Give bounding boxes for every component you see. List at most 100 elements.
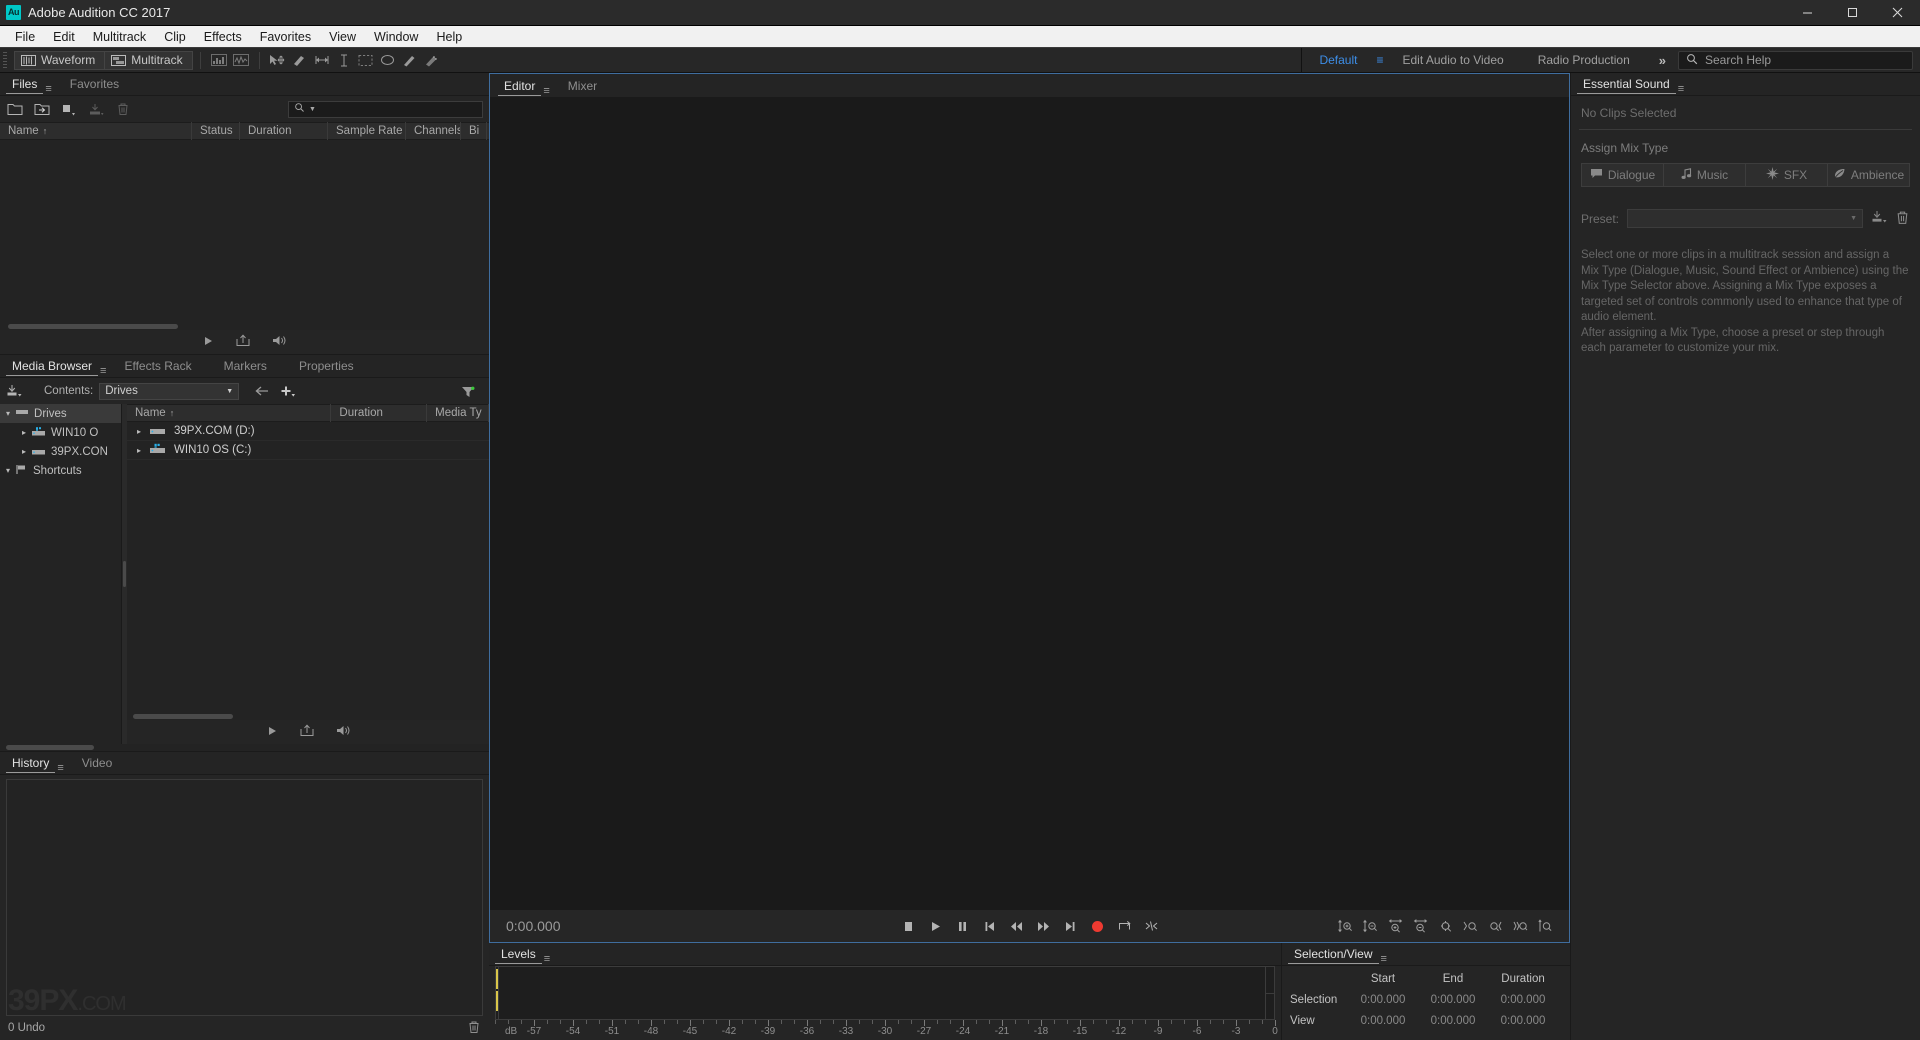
- contents-select[interactable]: Drives ▼: [99, 382, 240, 400]
- column-name[interactable]: Name ↑: [0, 122, 192, 140]
- tab-effects-rack[interactable]: Effects Rack: [118, 358, 197, 377]
- column-bit-depth[interactable]: Bi: [461, 122, 487, 140]
- tab-selection-view[interactable]: Selection/View: [1288, 946, 1379, 965]
- mb-column-duration[interactable]: Duration: [331, 404, 428, 422]
- delete-file-icon[interactable]: [114, 100, 132, 118]
- stop-button[interactable]: [899, 917, 918, 936]
- skip-to-start-button[interactable]: [980, 917, 999, 936]
- import-file-icon[interactable]: [33, 100, 51, 118]
- menu-multitrack[interactable]: Multitrack: [84, 27, 155, 47]
- save-file-icon[interactable]: [87, 100, 105, 118]
- current-time-display[interactable]: 0:00.000: [506, 918, 561, 934]
- menu-clip[interactable]: Clip: [155, 27, 195, 47]
- files-search-input[interactable]: ▼: [288, 100, 483, 118]
- menu-edit[interactable]: Edit: [44, 27, 84, 47]
- workspace-default[interactable]: Default: [1302, 48, 1374, 73]
- open-file-icon[interactable]: [6, 100, 24, 118]
- new-file-icon[interactable]: [60, 100, 78, 118]
- zoom-out-full-button[interactable]: [1436, 917, 1455, 936]
- fast-forward-button[interactable]: [1034, 917, 1053, 936]
- skip-to-end-button[interactable]: [1061, 917, 1080, 936]
- time-selection-tool-icon[interactable]: [311, 51, 333, 70]
- clear-history-icon[interactable]: [467, 1020, 481, 1037]
- minimize-button[interactable]: [1785, 0, 1830, 26]
- zoom-reset-button[interactable]: [1536, 917, 1555, 936]
- levels-meter[interactable]: [495, 966, 1275, 1020]
- spot-healing-brush-icon[interactable]: [421, 51, 443, 70]
- multitrack-mode-button[interactable]: Multitrack: [104, 50, 193, 70]
- column-duration[interactable]: Duration: [240, 122, 328, 140]
- view-start-value[interactable]: 0:00.000: [1348, 1015, 1418, 1027]
- slip-tool-icon[interactable]: [289, 51, 311, 70]
- menu-file[interactable]: File: [6, 27, 44, 47]
- files-insert-into-multitrack-icon[interactable]: [236, 334, 250, 350]
- zoom-in-time-button[interactable]: [1386, 917, 1405, 936]
- move-tool-icon[interactable]: [267, 51, 289, 70]
- mix-type-music-button[interactable]: Music: [1664, 163, 1746, 187]
- selection-end-value[interactable]: 0:00.000: [1418, 994, 1488, 1006]
- zoom-out-time-button[interactable]: [1411, 917, 1430, 936]
- waveform-mode-button[interactable]: Waveform: [14, 50, 105, 70]
- tab-history[interactable]: History: [6, 755, 56, 774]
- essential-sound-menu-icon[interactable]: ≡: [1678, 83, 1684, 95]
- zoom-in-amplitude-button[interactable]: [1336, 917, 1355, 936]
- paintbrush-tool-icon[interactable]: [399, 51, 421, 70]
- history-list[interactable]: [6, 779, 483, 1016]
- meter-clip-indicators[interactable]: [1265, 967, 1274, 1019]
- import-to-files-icon[interactable]: [6, 382, 24, 400]
- chevron-right-icon[interactable]: ▸: [137, 427, 141, 436]
- loop-button[interactable]: [1115, 917, 1134, 936]
- toolbar-grip[interactable]: [0, 48, 10, 73]
- play-button[interactable]: [926, 917, 945, 936]
- media-browser-menu-icon[interactable]: ≡: [100, 365, 106, 377]
- back-navigation-icon[interactable]: [253, 382, 271, 400]
- mix-type-sfx-button[interactable]: SFX: [1746, 163, 1828, 187]
- tree-item-win10os[interactable]: ▸ WIN10 O: [0, 423, 121, 442]
- tab-properties[interactable]: Properties: [293, 358, 360, 377]
- tree-item-39pxcom[interactable]: ▸ 39PX.CON: [0, 442, 121, 461]
- save-preset-icon[interactable]: [1871, 210, 1887, 227]
- mb-column-name[interactable]: Name ↑: [127, 404, 332, 422]
- workspace-overflow-icon[interactable]: »: [1647, 48, 1678, 73]
- files-list-body[interactable]: [0, 140, 489, 323]
- zoom-out-amplitude-button[interactable]: [1361, 917, 1380, 936]
- mix-type-ambience-button[interactable]: Ambience: [1828, 163, 1910, 187]
- selection-duration-value[interactable]: 0:00.000: [1488, 994, 1558, 1006]
- files-panel-menu-icon[interactable]: ≡: [45, 83, 51, 95]
- lasso-selection-tool-icon[interactable]: [377, 51, 399, 70]
- tab-essential-sound[interactable]: Essential Sound: [1577, 76, 1676, 95]
- mb-insert-into-multitrack-icon[interactable]: [300, 724, 314, 740]
- view-end-value[interactable]: 0:00.000: [1418, 1015, 1488, 1027]
- view-duration-value[interactable]: 0:00.000: [1488, 1015, 1558, 1027]
- rewind-button[interactable]: [1007, 917, 1026, 936]
- mb-column-media-type[interactable]: Media Ty: [427, 404, 489, 422]
- tab-editor[interactable]: Editor: [498, 78, 542, 97]
- table-row[interactable]: ▸ WIN10 OS (C:): [127, 441, 489, 460]
- media-browser-tree[interactable]: ▾ Drives ▸ WIN10 O ▸ 39PX.CON ▾ Shortcut…: [0, 404, 122, 744]
- selection-view-menu-icon[interactable]: ≡: [1381, 953, 1387, 965]
- close-button[interactable]: [1875, 0, 1920, 26]
- spectral-frequency-icon[interactable]: [208, 51, 230, 70]
- editor-panel-menu-icon[interactable]: ≡: [543, 85, 549, 97]
- tree-item-shortcuts[interactable]: ▾ Shortcuts: [0, 461, 121, 480]
- delete-preset-icon[interactable]: [1895, 210, 1910, 228]
- media-browser-horizontal-scrollbar[interactable]: [127, 713, 489, 720]
- marquee-selection-tool-icon[interactable]: [355, 51, 377, 70]
- editor-waveform-canvas[interactable]: [490, 97, 1569, 910]
- tab-files[interactable]: Files: [6, 76, 44, 95]
- tab-video[interactable]: Video: [76, 755, 118, 774]
- levels-panel-menu-icon[interactable]: ≡: [544, 953, 550, 965]
- workspace-menu-icon[interactable]: ≡: [1374, 48, 1385, 73]
- column-channels[interactable]: Channels: [406, 122, 461, 140]
- menu-effects[interactable]: Effects: [195, 27, 251, 47]
- workspace-edit-audio-to-video[interactable]: Edit Audio to Video: [1386, 48, 1521, 73]
- i-beam-tool-icon[interactable]: [333, 51, 355, 70]
- files-volume-icon[interactable]: [272, 334, 287, 350]
- table-row[interactable]: ▸ 39PX.COM (D:): [127, 422, 489, 441]
- tab-favorites[interactable]: Favorites: [64, 76, 125, 95]
- files-horizontal-scrollbar[interactable]: [0, 323, 489, 330]
- zoom-to-selection-button[interactable]: [1461, 917, 1480, 936]
- record-button[interactable]: [1088, 917, 1107, 936]
- history-panel-menu-icon[interactable]: ≡: [57, 762, 63, 774]
- column-status[interactable]: Status: [192, 122, 240, 140]
